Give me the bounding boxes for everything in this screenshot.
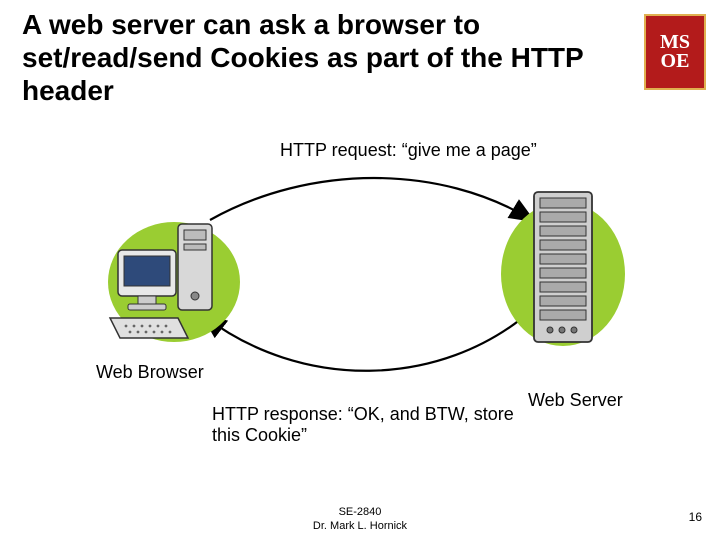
slide: A web server can ask a browser to set/re… <box>0 0 720 540</box>
logo-line2: OE <box>661 50 690 72</box>
client-label: Web Browser <box>96 362 204 383</box>
page-number: 16 <box>689 510 702 524</box>
web-server-icon <box>498 178 628 358</box>
msoe-logo: MS OE <box>644 14 706 90</box>
web-browser-icon <box>104 200 244 350</box>
server-label: Web Server <box>528 390 623 411</box>
slide-title: A web server can ask a browser to set/re… <box>22 8 602 107</box>
http-response-label: HTTP response: “OK, and BTW, store this … <box>212 404 532 445</box>
request-arrow <box>210 178 532 220</box>
diagram: HTTP request: “give me a page” <box>0 140 720 460</box>
footer-author: Dr. Mark L. Hornick <box>0 520 720 532</box>
logo-text: MS OE <box>660 33 690 71</box>
footer-course: SE-2840 <box>0 506 720 518</box>
response-arrow <box>204 310 532 371</box>
